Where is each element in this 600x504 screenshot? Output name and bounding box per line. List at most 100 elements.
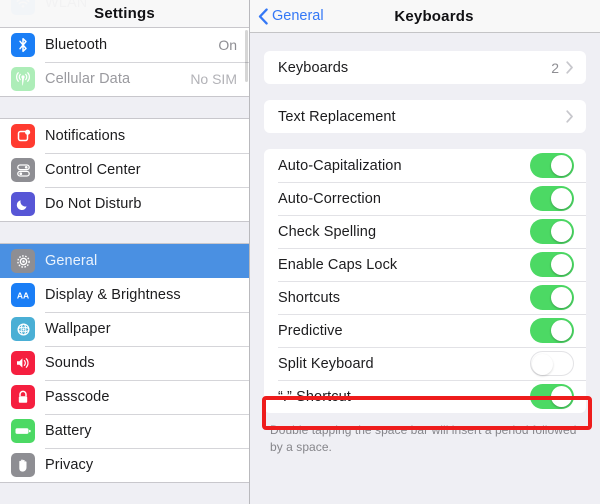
sidebar-item-label: Wallpaper: [45, 321, 111, 337]
row-accessory: 2: [551, 60, 574, 76]
settings-sidebar: WLAN Settings Bluetooth On: [0, 0, 249, 504]
sidebar-item-passcode[interactable]: Passcode: [0, 380, 249, 414]
row-accessory: [530, 285, 574, 310]
row-shortcuts[interactable]: Shortcuts: [264, 281, 586, 314]
toggle-predictive[interactable]: [530, 318, 574, 343]
wallpaper-icon: [11, 317, 35, 341]
row-split-keyboard[interactable]: Split Keyboard: [264, 347, 586, 380]
row-auto-correction[interactable]: Auto-Correction: [264, 182, 586, 215]
sidebar-item-label: General: [45, 253, 98, 269]
sidebar-item-label: Bluetooth: [45, 37, 108, 53]
row-text-replacement[interactable]: Text Replacement: [264, 100, 586, 133]
toggle-auto-correction[interactable]: [530, 186, 574, 211]
row-period-shortcut[interactable]: “.” Shortcut: [264, 380, 586, 413]
row-accessory: [530, 219, 574, 244]
sidebar-item-label: Privacy: [45, 457, 94, 473]
sidebar-scrollbar[interactable]: [245, 30, 248, 82]
keyboard-options-card: Auto-Capitalization Auto-Correction Chec…: [264, 149, 586, 413]
toggle-auto-capitalization[interactable]: [530, 153, 574, 178]
chevron-right-icon: [566, 110, 573, 123]
back-button[interactable]: General: [250, 7, 324, 25]
row-accessory: [530, 153, 574, 178]
sidebar-group-connectivity: Bluetooth On Cellular Data No SIM: [0, 27, 249, 97]
row-enable-caps-lock[interactable]: Enable Caps Lock: [264, 248, 586, 281]
row-accessory: [530, 186, 574, 211]
sidebar-item-display-brightness[interactable]: AA Display & Brightness: [0, 278, 249, 312]
toggle-enable-caps-lock[interactable]: [530, 252, 574, 277]
sidebar-scroll-area: Bluetooth On Cellular Data No SIM Notifi…: [0, 27, 249, 504]
sidebar-item-general[interactable]: General: [0, 244, 249, 278]
footer-note: Double tapping the space bar will insert…: [270, 423, 577, 455]
row-accessory: [530, 252, 574, 277]
sidebar-title-bar: Settings: [0, 0, 249, 27]
row-label: Keyboards: [278, 59, 349, 76]
sidebar-group-separator: [0, 222, 249, 243]
sidebar-item-wallpaper[interactable]: Wallpaper: [0, 312, 249, 346]
ios-settings-window: WLAN Settings Bluetooth On: [0, 0, 600, 504]
row-label: “.” Shortcut: [278, 388, 351, 405]
passcode-lock-icon: [11, 385, 35, 409]
control-center-icon: [11, 158, 35, 182]
toggle-check-spelling[interactable]: [530, 219, 574, 244]
detail-header: General Keyboards: [250, 0, 600, 33]
text-replacement-card: Text Replacement: [264, 100, 586, 133]
sidebar-item-privacy[interactable]: Privacy: [0, 448, 249, 482]
sidebar-item-control-center[interactable]: Control Center: [0, 153, 249, 187]
toggle-split-keyboard[interactable]: [530, 351, 574, 376]
row-accessory: [530, 318, 574, 343]
toggle-shortcuts[interactable]: [530, 285, 574, 310]
sidebar-item-battery[interactable]: Battery: [0, 414, 249, 448]
row-label: Shortcuts: [278, 289, 341, 306]
sidebar-group-system: General AA Display & Brightness Wallpape…: [0, 243, 249, 483]
row-label: Enable Caps Lock: [278, 256, 398, 273]
sidebar-title: Settings: [94, 5, 155, 22]
row-check-spelling[interactable]: Check Spelling: [264, 215, 586, 248]
sidebar-bottom-gap: [0, 483, 249, 504]
cellular-icon: [11, 67, 35, 91]
privacy-hand-icon: [11, 453, 35, 477]
sidebar-group-separator: [0, 97, 249, 118]
keyboards-card: Keyboards 2: [264, 51, 586, 84]
keyboards-count: 2: [551, 59, 559, 76]
sidebar-item-sounds[interactable]: Sounds: [0, 346, 249, 380]
battery-icon: [11, 419, 35, 443]
sidebar-item-label: Notifications: [45, 128, 126, 144]
chevron-right-icon: [566, 61, 573, 74]
row-label: Split Keyboard: [278, 355, 374, 372]
row-label: Text Replacement: [278, 108, 396, 125]
sidebar-item-bluetooth[interactable]: Bluetooth On: [0, 28, 249, 62]
row-label: Predictive: [278, 322, 343, 339]
row-predictive[interactable]: Predictive: [264, 314, 586, 347]
notifications-icon: [11, 124, 35, 148]
sidebar-item-value: No SIM: [190, 71, 237, 87]
row-label: Auto-Correction: [278, 190, 382, 207]
detail-body: Keyboards 2 Text Replacement Auto-Capita…: [250, 33, 600, 503]
sidebar-item-do-not-disturb[interactable]: Do Not Disturb: [0, 187, 249, 221]
sidebar-group-alerts: Notifications Control Center Do Not Dist…: [0, 118, 249, 222]
sidebar-item-label: Cellular Data: [45, 71, 131, 87]
sidebar-item-label: Battery: [45, 423, 92, 439]
row-accessory: [530, 384, 574, 409]
sidebar-item-value: On: [218, 37, 237, 53]
row-accessory: [566, 110, 574, 123]
keyboards-detail-pane: General Keyboards Keyboards 2 Text Repla…: [250, 0, 600, 504]
bluetooth-icon: [11, 33, 35, 57]
row-accessory: [530, 351, 574, 376]
row-auto-capitalization[interactable]: Auto-Capitalization: [264, 149, 586, 182]
sidebar-item-cellular-data[interactable]: Cellular Data No SIM: [0, 62, 249, 96]
svg-text:AA: AA: [17, 291, 29, 301]
sounds-icon: [11, 351, 35, 375]
chevron-left-icon: [258, 7, 268, 25]
toggle-period-shortcut[interactable]: [530, 384, 574, 409]
row-keyboards[interactable]: Keyboards 2: [264, 51, 586, 84]
sidebar-item-label: Sounds: [45, 355, 95, 371]
gear-icon: [11, 249, 35, 273]
back-button-label: General: [272, 8, 324, 24]
sidebar-item-label: Display & Brightness: [45, 287, 181, 303]
sidebar-item-label: Do Not Disturb: [45, 196, 142, 212]
row-label: Auto-Capitalization: [278, 157, 402, 174]
display-brightness-icon: AA: [11, 283, 35, 307]
sidebar-item-label: Control Center: [45, 162, 141, 178]
row-label: Check Spelling: [278, 223, 377, 240]
sidebar-item-notifications[interactable]: Notifications: [0, 119, 249, 153]
